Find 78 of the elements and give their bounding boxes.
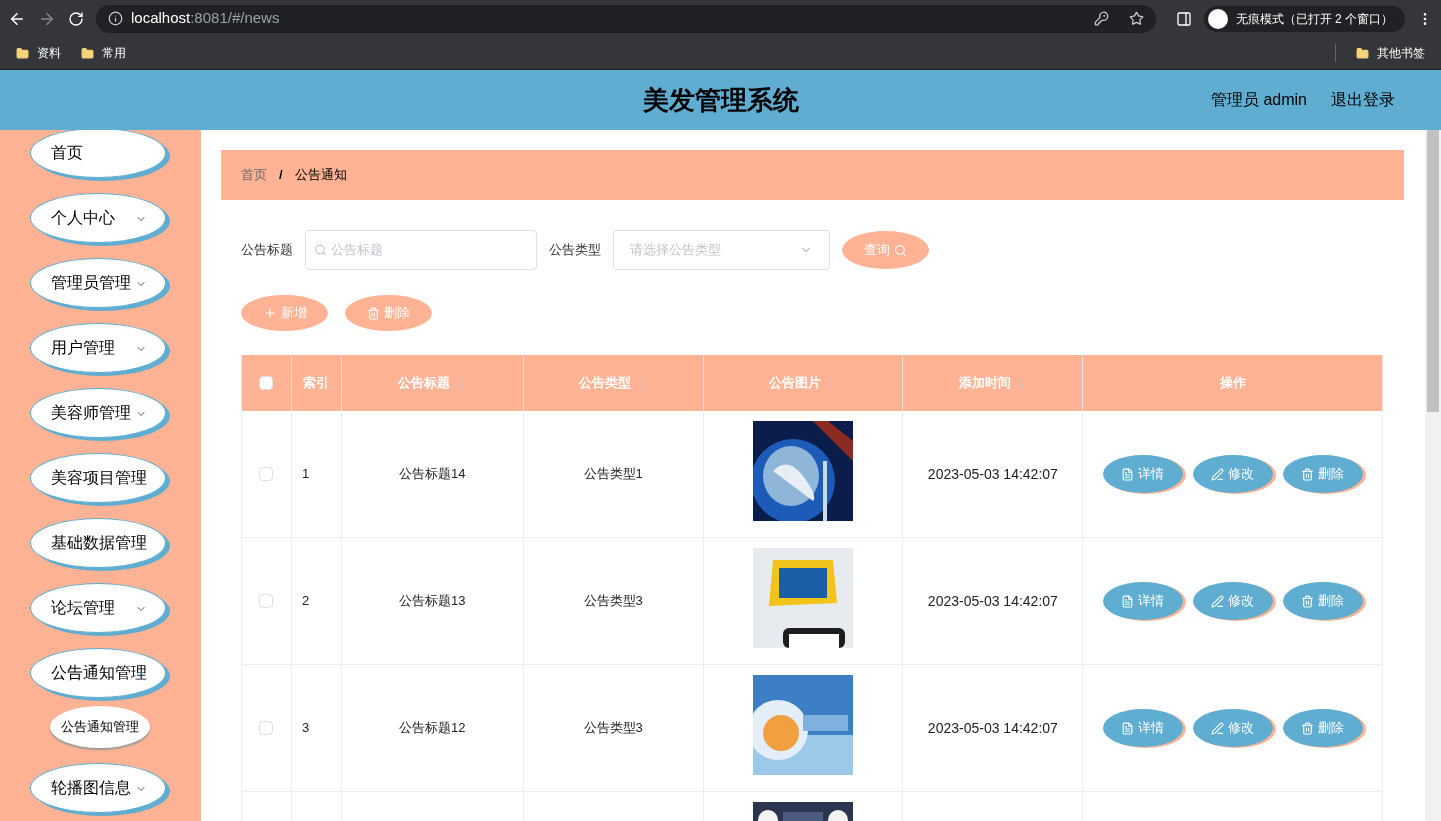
table-cell-text: 公告类型1 (583, 465, 643, 484)
checkbox[interactable] (259, 467, 274, 481)
breadcrumb-item[interactable]: 首页 (241, 165, 267, 185)
delete-button[interactable]: 删除 (1282, 709, 1363, 747)
checkbox[interactable] (259, 376, 274, 390)
incognito-chip[interactable]: 无痕模式（已打开 2 个窗口） (1203, 5, 1405, 32)
sidebar-item[interactable]: 论坛管理 (30, 583, 166, 633)
folder-icon[interactable] (81, 46, 94, 60)
key-icon[interactable] (1093, 11, 1109, 26)
table-cell-text: 公告标题12 (399, 719, 466, 738)
edit-button[interactable]: 修改 (1192, 709, 1273, 747)
user-label: 管理员 admin (1210, 90, 1307, 110)
title-input[interactable]: 公告标题 (330, 240, 528, 260)
pencil-icon (1211, 467, 1225, 481)
trash-icon (1301, 467, 1315, 481)
sidebar-item[interactable]: 公告通知管理 (30, 648, 166, 698)
bookmark[interactable]: 常用 (102, 44, 126, 62)
trash-icon (1301, 594, 1315, 608)
breadcrumb-item: 公告通知 (294, 166, 347, 185)
url-text: localhost:8081/#/news (131, 8, 280, 29)
details-button[interactable]: 详情 (1102, 709, 1183, 747)
folder-icon[interactable] (1356, 46, 1369, 60)
folder-icon[interactable] (16, 46, 29, 60)
column-header: 索引 (303, 374, 330, 393)
details-button[interactable]: 详情 (1102, 455, 1183, 493)
table-cell-text: 公告类型3 (583, 719, 643, 738)
bookmark[interactable]: 其他书签 (1377, 44, 1425, 62)
type-select[interactable]: 请选择公告类型 (613, 230, 830, 270)
table-cell-text: 2023-05-03 14:42:07 (927, 718, 1058, 738)
details-button[interactable]: 详情 (1102, 582, 1183, 620)
table-cell-text: 1 (301, 465, 310, 484)
search-icon (314, 243, 327, 257)
sidebar-item[interactable]: 管理员管理 (30, 258, 166, 308)
breadcrumb-separator: / (279, 166, 283, 185)
sidebar-item[interactable]: 美容项目管理 (30, 453, 166, 503)
search-icon (894, 243, 907, 257)
pencil-icon (1211, 594, 1225, 608)
edit-button[interactable]: 修改 (1192, 455, 1273, 493)
pencil-icon (1211, 721, 1225, 735)
table-cell-text: 公告类型3 (583, 592, 643, 611)
table-cell-text: 2023-05-03 14:42:07 (927, 591, 1058, 611)
document-icon (1121, 467, 1135, 481)
sidebar-item[interactable]: 用户管理 (30, 323, 166, 373)
profile-text: 无痕模式（已打开 2 个窗口） (1235, 10, 1393, 28)
scrollbar[interactable] (1425, 130, 1441, 821)
trash-icon (367, 306, 380, 320)
submenu-item[interactable]: 公告通知管理 (50, 706, 150, 748)
sidebar-item[interactable]: 个人中心 (30, 193, 166, 243)
info-icon (108, 11, 123, 26)
trash-icon (1301, 721, 1315, 735)
app-title: 美发管理系统 (642, 83, 799, 117)
plus-icon (262, 306, 277, 320)
column-header: 操作 (1219, 374, 1246, 393)
delete-button[interactable]: 删除 (1282, 582, 1363, 620)
table-cell-text: 2 (301, 592, 310, 611)
checkbox[interactable] (259, 594, 274, 608)
address-bar[interactable]: localhost:8081/#/news (96, 4, 1156, 33)
document-icon (1121, 594, 1135, 608)
filter-label: 公告类型 (549, 241, 601, 260)
delete-button[interactable]: 删除 (1282, 455, 1363, 493)
sidebar-item[interactable]: 基础数据管理 (30, 518, 166, 568)
logout-link[interactable]: 退出登录 (1331, 88, 1395, 112)
search-field[interactable]: 公告标题 (305, 230, 537, 270)
table-cell-text: 2023-05-03 14:42:07 (927, 464, 1058, 484)
sidebar-item[interactable]: 美容师管理 (30, 388, 166, 438)
side-panel-icon[interactable] (1175, 10, 1192, 27)
table-cell-text: 公告标题14 (399, 465, 466, 484)
reload-icon[interactable] (68, 10, 84, 27)
sidebar-item[interactable]: 首页 (30, 130, 166, 178)
document-icon (1121, 721, 1135, 735)
checkbox[interactable] (259, 721, 274, 735)
sidebar-item[interactable]: 轮播图信息 (30, 763, 166, 813)
star-icon[interactable] (1128, 11, 1144, 26)
bookmark[interactable]: 资料 (37, 44, 61, 62)
edit-button[interactable]: 修改 (1192, 582, 1273, 620)
table-cell-text: 3 (301, 719, 310, 738)
filter-label: 公告标题 (241, 241, 293, 260)
table-cell-text: 公告标题13 (399, 592, 466, 611)
